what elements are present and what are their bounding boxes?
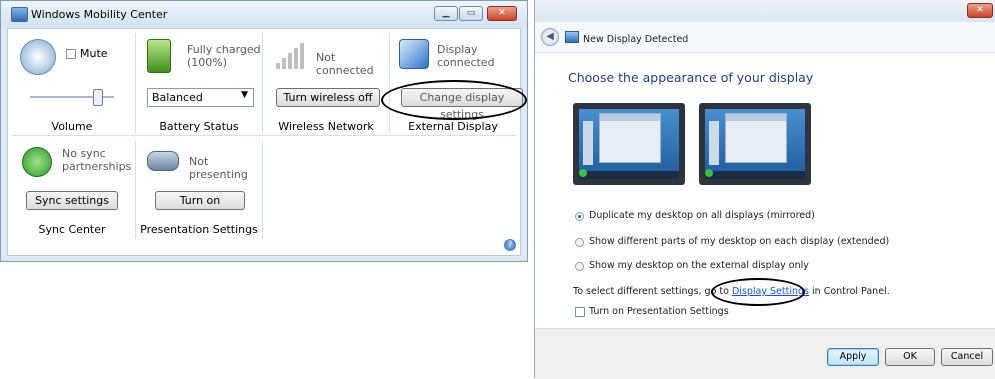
- option-radio[interactable]: [575, 262, 584, 271]
- volume-tile-label: Volume: [51, 120, 93, 133]
- turn-wireless-off-button[interactable]: Turn wireless off: [276, 88, 380, 107]
- display-icon: [565, 31, 579, 43]
- display-status: Display connected: [437, 43, 495, 69]
- highlight-ellipse: [711, 278, 805, 306]
- mobility-center-icon: [11, 7, 28, 22]
- power-plan-dropdown[interactable]: Balanced ▼: [147, 88, 254, 107]
- presentation-tile-label: Presentation Settings: [140, 223, 258, 236]
- close-button[interactable]: ✕: [487, 6, 517, 21]
- hint-prefix: To select different settings, go to: [573, 286, 732, 297]
- battery-tile: Fully charged (100%) Balanced ▼ Battery …: [139, 33, 261, 136]
- divider: [135, 33, 136, 133]
- presentation-checkbox[interactable]: [575, 307, 585, 317]
- projector-icon: [147, 151, 179, 171]
- speaker-icon: [20, 39, 56, 75]
- power-plan-value: Balanced: [152, 91, 203, 104]
- signal-strength-icon: [276, 43, 308, 69]
- mobility-center-window: Windows Mobility Center ▁ ▭ ✕ Mute Volum…: [0, 0, 528, 262]
- display-icon: [399, 39, 429, 69]
- option-radio[interactable]: [575, 212, 584, 221]
- divider: [262, 141, 263, 239]
- presentation-status: Not presenting: [189, 155, 248, 181]
- volume-slider-thumb[interactable]: [93, 89, 103, 106]
- cancel-button[interactable]: Cancel: [941, 348, 993, 366]
- display-dialog: ✕ ◀ New Display Detected Choose the appe…: [534, 0, 995, 379]
- sync-tile: No sync partnerships Sync settings Sync …: [12, 141, 132, 244]
- divider: [262, 33, 263, 133]
- divider: [135, 141, 136, 239]
- wireless-tile-label: Wireless Network: [278, 120, 374, 133]
- sync-status: No sync partnerships: [62, 147, 132, 173]
- highlight-ellipse: [381, 80, 527, 120]
- wireless-tile: Not connected Turn wireless off Wireless…: [266, 33, 386, 136]
- ok-button[interactable]: OK: [885, 348, 935, 366]
- display-tile-label: External Display: [408, 120, 498, 133]
- turn-on-presentation-button[interactable]: Turn on: [155, 191, 245, 210]
- tiles-area: Mute Volume Fully charged (100%) Balance…: [7, 28, 523, 256]
- wireless-status: Not connected: [316, 51, 374, 77]
- option-mirrored[interactable]: Duplicate my desktop on all displays (mi…: [589, 210, 815, 221]
- dialog-title-bar[interactable]: ✕: [535, 0, 995, 22]
- option-extended[interactable]: Show different parts of my desktop on ea…: [589, 236, 889, 247]
- battery-tile-label: Battery Status: [159, 120, 239, 133]
- hint-suffix: in Control Panel.: [809, 286, 890, 297]
- monitor-preview-2: [699, 103, 811, 185]
- monitor-preview-1: [573, 103, 685, 185]
- dialog-heading: Choose the appearance of your display: [568, 70, 814, 85]
- apply-button[interactable]: Apply: [827, 348, 879, 366]
- divider: [389, 33, 390, 133]
- dialog-title: New Display Detected: [583, 34, 689, 45]
- sync-icon: [22, 147, 52, 177]
- presentation-tile: Not presenting Turn on Presentation Sett…: [139, 141, 259, 244]
- help-icon[interactable]: ?: [504, 239, 516, 251]
- battery-status: Fully charged (100%): [187, 43, 261, 69]
- dialog-close-button[interactable]: ✕: [967, 3, 993, 18]
- option-external-only[interactable]: Show my desktop on the external display …: [589, 260, 809, 271]
- back-button[interactable]: ◀: [541, 28, 559, 46]
- presentation-checkbox-label: Turn on Presentation Settings: [589, 306, 729, 317]
- sync-settings-button[interactable]: Sync settings: [26, 191, 118, 210]
- volume-tile: Mute Volume: [12, 33, 132, 136]
- battery-icon: [147, 39, 171, 73]
- minimize-button[interactable]: ▁: [434, 6, 458, 21]
- sync-tile-label: Sync Center: [38, 223, 106, 236]
- title-bar[interactable]: Windows Mobility Center ▁ ▭ ✕: [1, 1, 527, 27]
- chevron-down-icon: ▼: [241, 90, 248, 100]
- option-radio[interactable]: [575, 238, 584, 247]
- maximize-button[interactable]: ▭: [459, 6, 483, 21]
- mute-label: Mute: [80, 47, 108, 60]
- window-title: Windows Mobility Center: [31, 8, 168, 21]
- mute-checkbox[interactable]: [66, 49, 76, 59]
